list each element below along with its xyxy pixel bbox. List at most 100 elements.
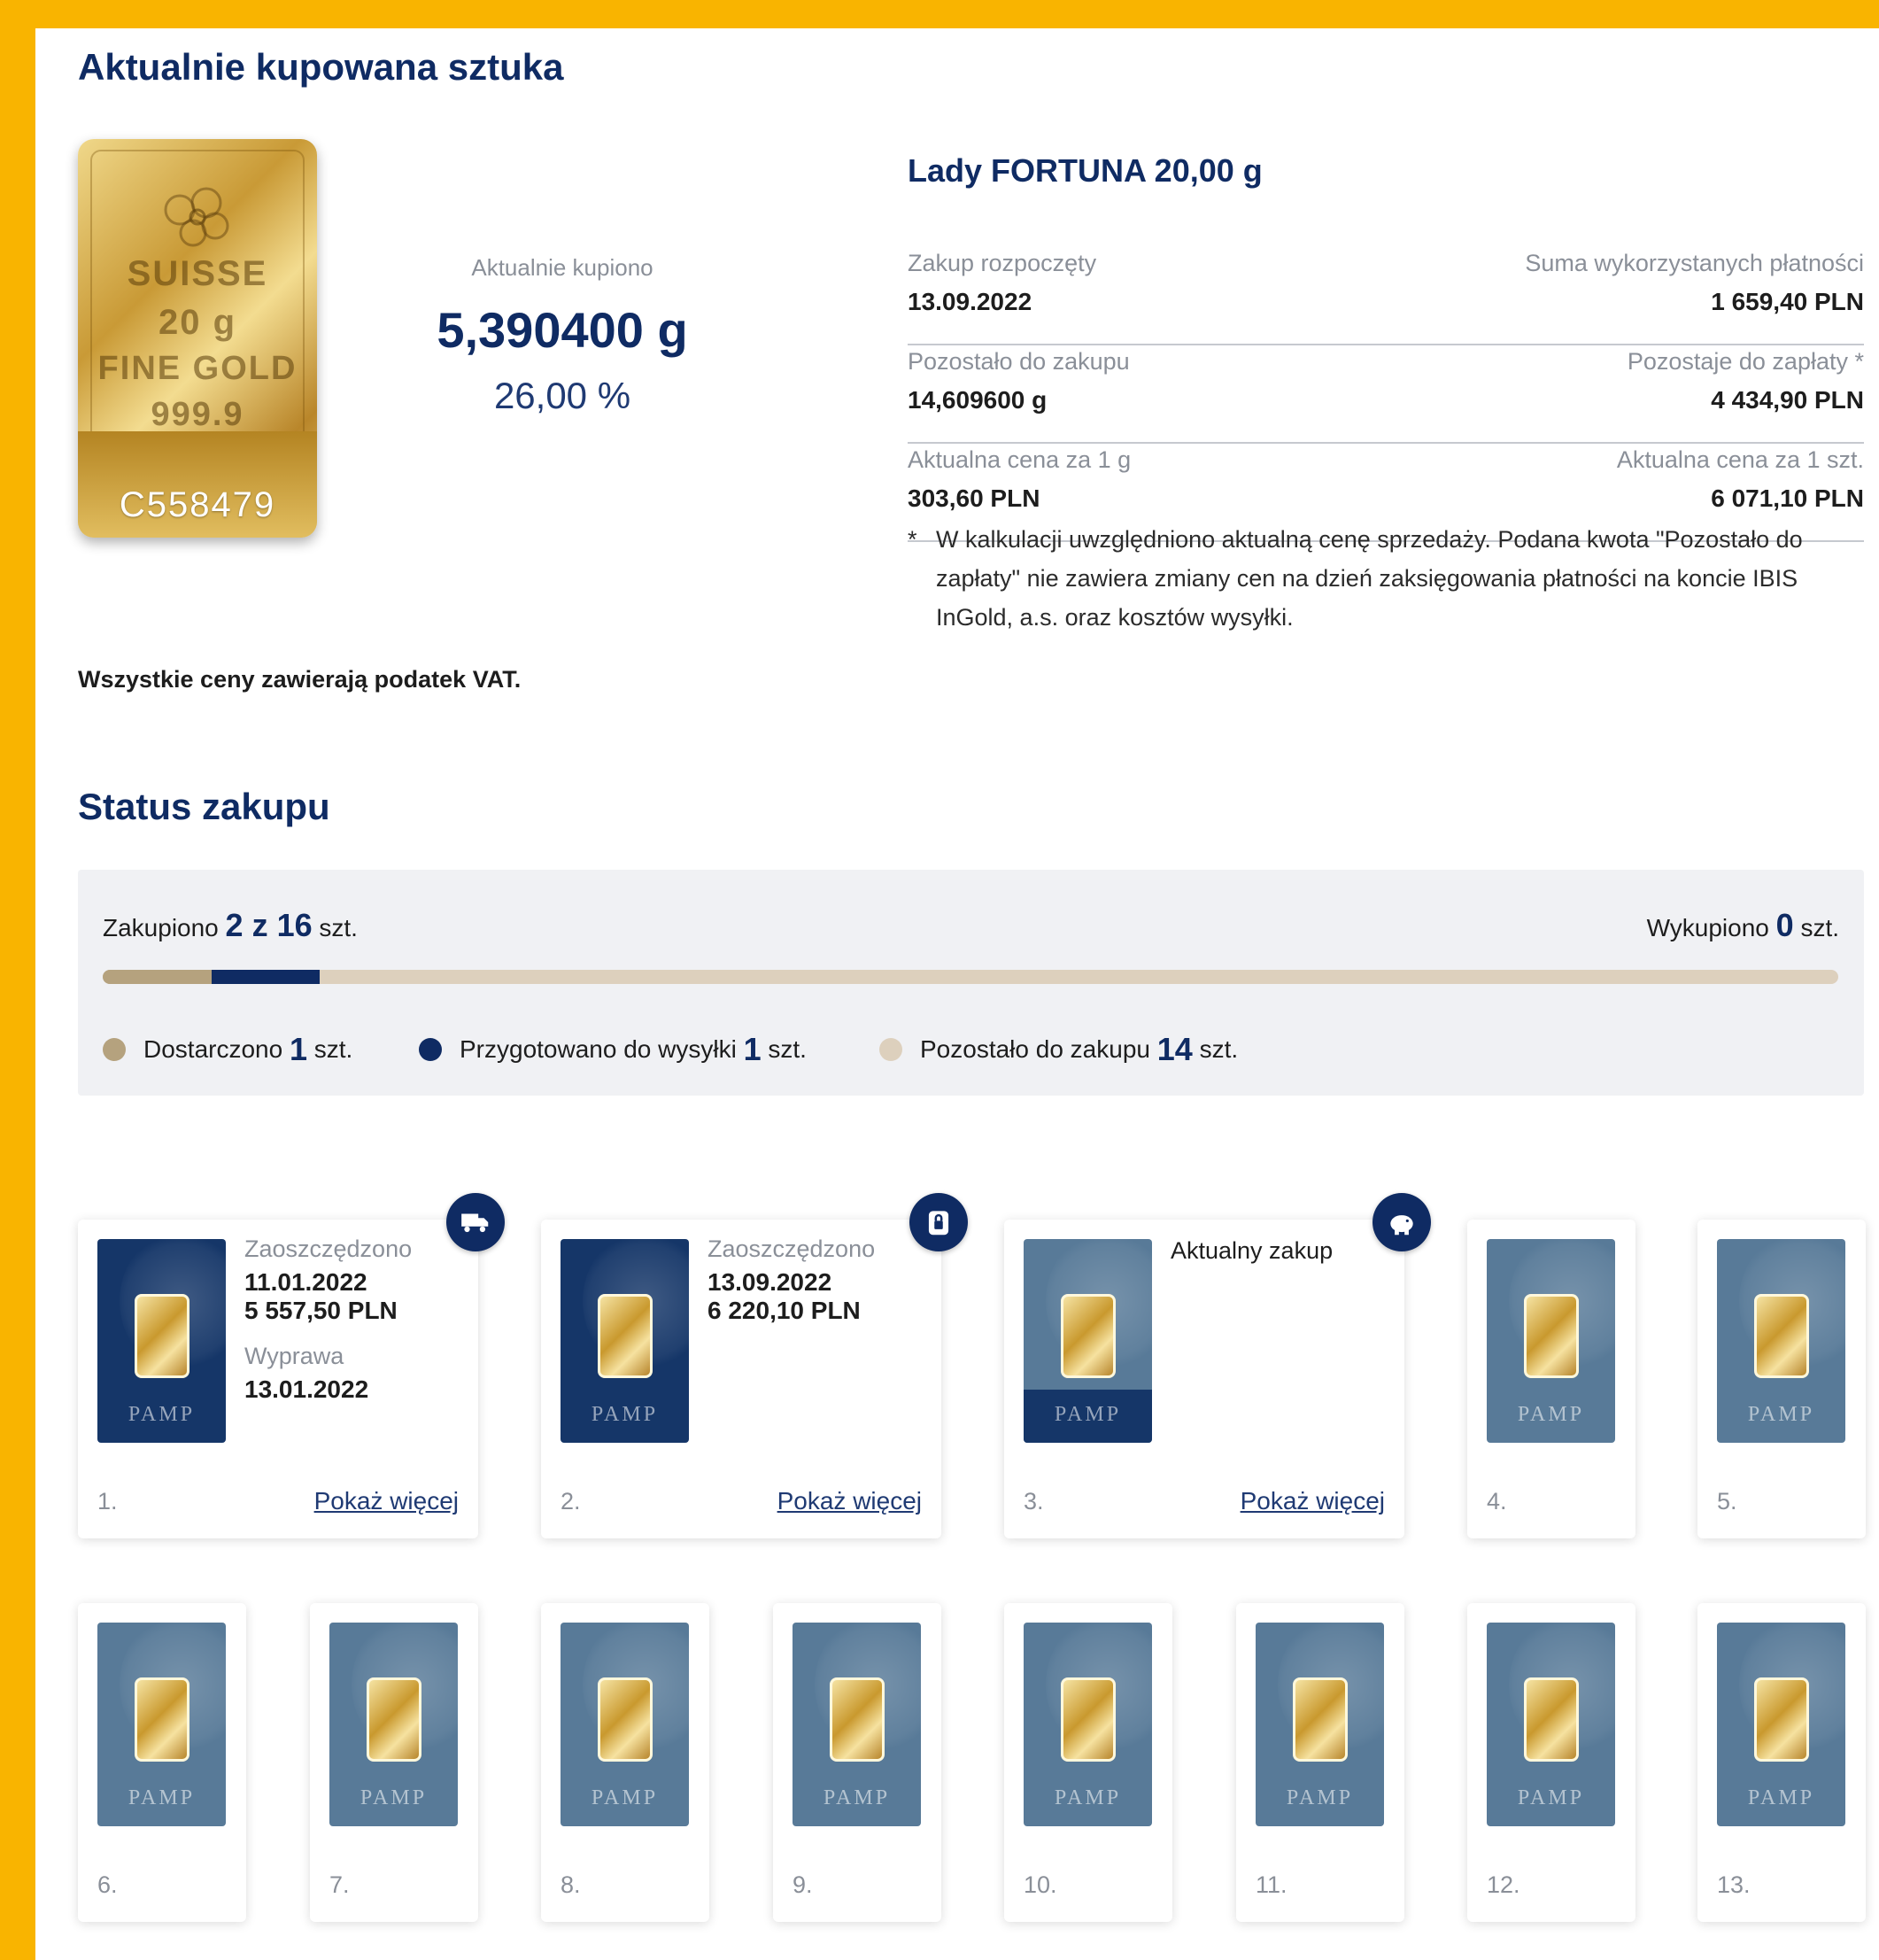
bought-label: Aktualnie kupiono <box>471 254 653 281</box>
bought-count-value: 2 z 16 <box>225 907 313 943</box>
card-thumbnail: PAMP <box>1024 1239 1152 1443</box>
purchase-card-1[interactable]: PAMP Zaoszczędzono 11.01.2022 5 557,50 P… <box>78 1193 505 1538</box>
redeemed-suffix: szt. <box>1800 914 1839 941</box>
detail-label: Zakup rozpoczęty <box>908 250 1097 276</box>
card-number: 11. <box>1256 1871 1287 1898</box>
card-label: Zaoszczędzono <box>244 1236 413 1262</box>
card-number: 8. <box>561 1871 581 1898</box>
legend-dot-icon <box>103 1038 126 1061</box>
detail-value: 303,60 PLN <box>908 484 1040 512</box>
card-date: 13.09.2022 <box>708 1268 832 1296</box>
detail-label: Pozostało do zakupu <box>908 348 1130 375</box>
current-item-title: Aktualnie kupowana sztuka <box>78 46 564 88</box>
legend-prepared: Przygotowano do wysyłki 1 szt. <box>419 1031 807 1068</box>
frame-border-top <box>0 0 1879 28</box>
screenshot-frame: Aktualnie kupowana sztuka SUISSE 20 g FI… <box>0 0 1879 1960</box>
redeemed-prefix: Wykupiono <box>1646 914 1769 941</box>
card-number: 1. <box>97 1488 118 1515</box>
footnote-text: W kalkulacji uwzględniono aktualną cenę … <box>936 526 1803 631</box>
card-amount: 5 557,50 PLN <box>244 1297 398 1324</box>
card-thumbnail: PAMP <box>1487 1623 1615 1826</box>
card-label: Zaoszczędzono <box>708 1236 876 1262</box>
pamp-mark: PAMP <box>591 1403 659 1426</box>
card-number: 7. <box>329 1871 350 1898</box>
pamp-mark: PAMP <box>360 1786 428 1809</box>
card-number: 6. <box>97 1871 118 1898</box>
purchase-card-5[interactable]: PAMP 5. <box>1697 1220 1866 1538</box>
legend-label: Dostarczono <box>143 1035 283 1063</box>
show-more-link[interactable]: Pokaż więcej <box>1241 1487 1385 1515</box>
gold-bar-icon <box>598 1294 653 1378</box>
legend-remaining: Pozostało do zakupu 14 szt. <box>879 1031 1238 1068</box>
frame-border-left <box>0 0 35 1960</box>
gold-bar-icon <box>1524 1677 1579 1762</box>
gold-bar-icon <box>598 1677 653 1762</box>
prepared-badge <box>909 1193 968 1251</box>
card-thumbnail: PAMP <box>1024 1623 1152 1826</box>
show-more-link[interactable]: Pokaż więcej <box>777 1487 922 1515</box>
bought-count-prefix: Zakupiono <box>103 914 219 941</box>
pamp-mark: PAMP <box>1747 1403 1815 1426</box>
card-thumbnail: PAMP <box>1487 1239 1615 1443</box>
purchase-card-10[interactable]: PAMP 10. <box>1004 1603 1172 1922</box>
package-lock-icon <box>928 1211 949 1236</box>
gold-bar-icon <box>1754 1677 1809 1762</box>
purchase-card-12[interactable]: PAMP 12. <box>1467 1603 1635 1922</box>
card-number: 12. <box>1487 1871 1520 1898</box>
card-number: 10. <box>1024 1871 1057 1898</box>
detail-row: Zakup rozpoczęty 13.09.2022 Suma wykorzys… <box>908 250 1864 345</box>
purchase-card-4[interactable]: PAMP 4. <box>1467 1220 1635 1538</box>
detail-value: 4 434,90 PLN <box>1711 386 1864 414</box>
card-info: Zaoszczędzono 13.09.2022 6 220,10 PLN <box>708 1236 875 1325</box>
gold-bar-icon <box>830 1677 885 1762</box>
pamp-mark: PAMP <box>1517 1403 1585 1426</box>
detail-label: Aktualna cena za 1 szt. <box>1616 446 1864 473</box>
detail-value: 1 659,40 PLN <box>1711 288 1864 315</box>
purchase-card-2[interactable]: PAMP Zaoszczędzono 13.09.2022 6 220,10 P… <box>541 1193 968 1538</box>
detail-value: 14,609600 g <box>908 386 1048 414</box>
purchase-card-13[interactable]: PAMP 13. <box>1697 1603 1866 1922</box>
card-current-label: Aktualny zakup <box>1171 1237 1334 1264</box>
product-image: SUISSE 20 g FINE GOLD 999.9 C558479 <box>78 139 317 538</box>
card-thumbnail: PAMP <box>561 1239 689 1443</box>
redeemed-count: Wykupiono 0 szt. <box>1647 907 1839 944</box>
bought-summary: Aktualnie kupiono 5,390400 g 26,00 % <box>363 254 762 417</box>
card-thumbnail: PAMP <box>793 1623 921 1826</box>
card-info: Zaoszczędzono 11.01.2022 5 557,50 PLN Wy… <box>244 1236 412 1404</box>
gold-bar-icon <box>135 1294 189 1378</box>
card-number: 2. <box>561 1488 581 1515</box>
legend-dot-icon <box>419 1038 442 1061</box>
purchase-card-3[interactable]: PAMP Aktualny zakup 3. Pokaż więcej <box>1004 1193 1431 1538</box>
card-number: 5. <box>1717 1488 1737 1515</box>
pamp-mark: PAMP <box>823 1786 891 1809</box>
card-thumbnail: PAMP <box>1717 1623 1845 1826</box>
card-thumbnail: PAMP <box>1717 1239 1845 1443</box>
purchase-card-9[interactable]: PAMP 9. <box>773 1603 941 1922</box>
bought-percent: 26,00 % <box>493 375 631 416</box>
detail-value: 6 071,10 PLN <box>1711 484 1864 512</box>
legend-unit: szt. <box>313 1035 353 1063</box>
purchase-card-8[interactable]: PAMP 8. <box>541 1603 709 1922</box>
truck-icon <box>461 1213 489 1233</box>
vat-note: Wszystkie ceny zawierają podatek VAT. <box>78 666 522 693</box>
product-image-serial: C558479 <box>119 485 276 524</box>
purchase-card-7[interactable]: PAMP 7. <box>310 1603 478 1922</box>
progress-prepared <box>211 970 320 984</box>
card-thumbnail: PAMP <box>561 1623 689 1826</box>
purchase-card-6[interactable]: PAMP 6. <box>78 1603 246 1922</box>
gold-bar-icon <box>1524 1294 1579 1378</box>
purchase-card-11[interactable]: PAMP 11. <box>1236 1603 1404 1922</box>
page: Aktualnie kupowana sztuka SUISSE 20 g FI… <box>35 28 1879 1960</box>
pamp-mark: PAMP <box>1054 1786 1122 1809</box>
pamp-mark: PAMP <box>128 1786 196 1809</box>
card-number: 13. <box>1717 1871 1751 1898</box>
bought-grams: 5,390400 g <box>437 302 688 358</box>
card-amount: 6 220,10 PLN <box>708 1297 861 1324</box>
product-image-line1: SUISSE <box>127 254 268 293</box>
legend-unit: szt. <box>1199 1035 1239 1063</box>
show-more-link[interactable]: Pokaż więcej <box>314 1487 459 1515</box>
pamp-mark: PAMP <box>1286 1786 1354 1809</box>
card-thumbnail: PAMP <box>1256 1623 1384 1826</box>
detail-label: Suma wykorzystanych płatności <box>1525 250 1864 276</box>
card-number: 9. <box>793 1871 813 1898</box>
